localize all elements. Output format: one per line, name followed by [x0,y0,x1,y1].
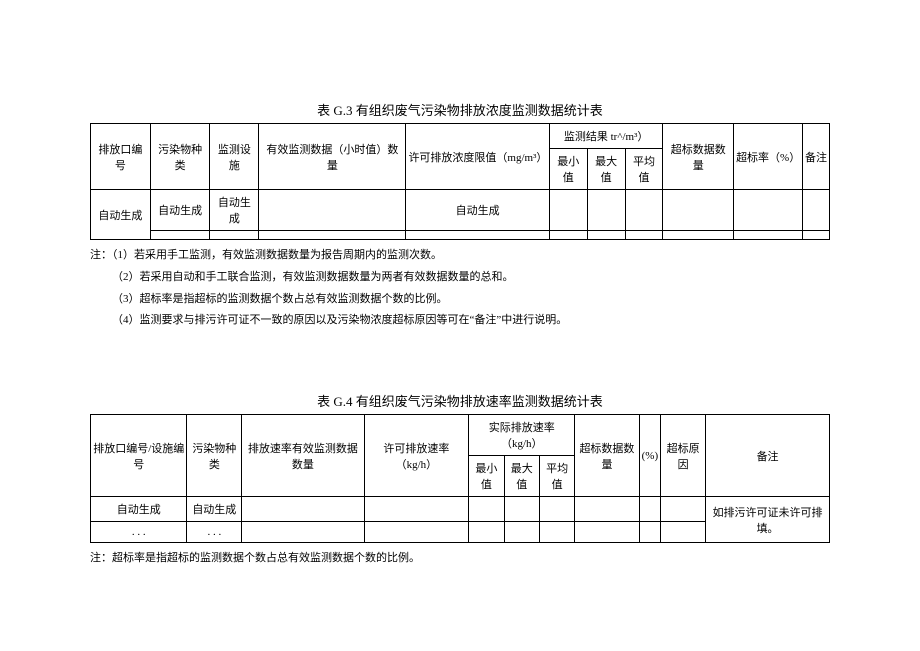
col-exceed-count: 超标数据数量 [575,415,639,497]
table-g3: 排放口编号 污染物种类 监测设施 有效监测数据（小时值）数量 许可排放浓度限值（… [90,123,830,240]
col-exceed-rate: 超标率（%） [734,124,803,190]
cell: 自动生成 [91,497,187,522]
note-text: （4）监测要求与排污许可证不一致的原因以及污染物浓度超标原因等可在“备注”中进行… [90,311,830,331]
col-valid-data-count: 有效监测数据（小时值）数量 [259,124,406,190]
col-max: 最大值 [504,456,539,497]
table-header-row: 排放口编号/设施编号 污染物种类 排放速率有效监测数据数量 许可排放速率（kg/… [91,415,830,456]
cell [364,497,469,522]
cell: 自动生成 [210,190,259,231]
cell: . . . [91,522,187,543]
col-min: 最小值 [549,149,587,190]
cell [469,497,504,522]
cell [803,190,830,231]
cell [587,231,625,240]
col-permit-limit: 许可排放浓度限值（mg/m³） [406,124,549,190]
cell [625,231,663,240]
cell [504,522,539,543]
col-pollutant-type: 污染物种类 [187,415,242,497]
note-text: （2）若采用自动和手工联合监测，有效监测数据数量为两者有效数据数量的总和。 [90,268,830,288]
table-row [91,231,830,240]
cell [504,497,539,522]
cell [539,497,574,522]
col-monitor-facility: 监测设施 [210,124,259,190]
table-g4-title: 表 G.4 有组织废气污染物排放速率监测数据统计表 [90,391,830,410]
cell [549,231,587,240]
cell [259,231,406,240]
cell [639,497,661,522]
col-exceed-reason: 超标原因 [661,415,706,497]
cell [625,190,663,231]
cell [549,190,587,231]
cell [150,231,210,240]
cell: 自动生成 [150,190,210,231]
note-text: 注：（1）若采用手工监测，有效监测数据数量为报告周期内的监测次数。 [90,246,830,266]
note-text: 注：超标率是指超标的监测数据个数占总有效监测数据个数的比例。 [90,549,830,569]
col-max: 最大值 [587,149,625,190]
col-exceed-count: 超标数据数量 [663,124,734,190]
cell [539,522,574,543]
cell: 自动生成 [187,497,242,522]
cell [661,497,706,522]
cell: 自动生成 [406,190,549,231]
cell [242,497,364,522]
cell [210,231,259,240]
table-header-row: 排放口编号 污染物种类 监测设施 有效监测数据（小时值）数量 许可排放浓度限值（… [91,124,830,149]
cell [406,231,549,240]
cell: . . . [187,522,242,543]
cell [639,522,661,543]
col-outlet-facility-no: 排放口编号/设施编号 [91,415,187,497]
cell [242,522,364,543]
cell [663,231,734,240]
col-monitor-result: 监测结果 tr^/m³） [549,124,663,149]
table-g3-title: 表 G.3 有组织废气污染物排放浓度监测数据统计表 [90,100,830,119]
cell [661,522,706,543]
cell [587,190,625,231]
cell [803,231,830,240]
table-g4-notes: 注：超标率是指超标的监测数据个数占总有效监测数据个数的比例。 [90,549,830,569]
col-permit-rate: 许可排放速率（kg/h） [364,415,469,497]
col-avg: 平均值 [625,149,663,190]
col-remark: 备注 [803,124,830,190]
cell [364,522,469,543]
col-rate-valid-count: 排放速率有效监测数据数量 [242,415,364,497]
cell: 如排污许可证未许可排填。 [706,497,830,543]
col-pollutant-type: 污染物种类 [150,124,210,190]
col-outlet-no: 排放口编号 [91,124,151,190]
cell [259,190,406,231]
cell: 自动生成 [91,190,151,240]
table-g3-notes: 注：（1）若采用手工监测，有效监测数据数量为报告周期内的监测次数。 （2）若采用… [90,246,830,331]
col-actual-rate: 实际排放速率（kg/h） [469,415,575,456]
cell [575,522,639,543]
note-text: （3）超标率是指超标的监测数据个数占总有效监测数据个数的比例。 [90,290,830,310]
col-remark: 备注 [706,415,830,497]
table-row: 自动生成 自动生成 如排污许可证未许可排填。 [91,497,830,522]
table-row: 自动生成 自动生成 自动生成 自动生成 [91,190,830,231]
col-percent: (%) [639,415,661,497]
col-avg: 平均值 [539,456,574,497]
cell [734,231,803,240]
cell [469,522,504,543]
col-min: 最小值 [469,456,504,497]
table-g4: 排放口编号/设施编号 污染物种类 排放速率有效监测数据数量 许可排放速率（kg/… [90,414,830,543]
cell [734,190,803,231]
cell [663,190,734,231]
cell [575,497,639,522]
